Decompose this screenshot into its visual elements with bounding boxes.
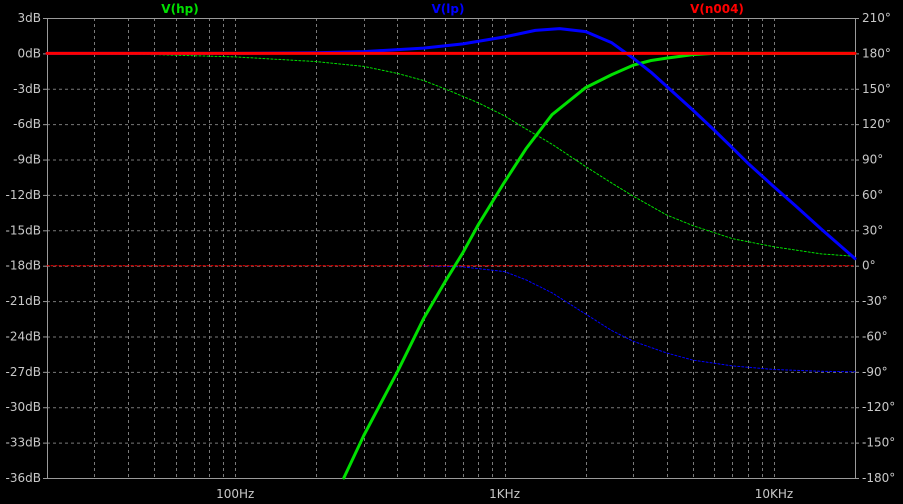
y-tick-label: -36dB (6, 471, 41, 485)
legend-item: V(hp) (161, 2, 198, 16)
y2-tick-label: 90° (862, 153, 883, 167)
series-traces (45, 27, 857, 480)
y2-tick-label: 120° (862, 117, 891, 131)
y2-tick-label: 150° (862, 82, 891, 96)
y2-axis-tick-labels: 210° 180° 150° 120° 90° 60° 30° 0° -30° -60° -90° -… (862, 11, 895, 485)
plot-frame (43, 18, 859, 479)
bode-plot-chart[interactable]: 3dB 0dB -3dB -6dB -9dB -12dB -15dB -18dB -21dB -2… (0, 0, 903, 504)
x-tick-label: 100Hz (216, 487, 254, 501)
y-tick-label: -18dB (6, 259, 41, 273)
y2-tick-label: -90° (862, 365, 888, 379)
y-tick-label: 3dB (18, 11, 41, 25)
x-tick-label: 1KHz (489, 487, 520, 501)
bode-plot-window: 3dB 0dB -3dB -6dB -9dB -12dB -15dB -18dB -21dB -2… (0, 0, 903, 504)
y-tick-label: -33dB (6, 436, 41, 450)
series-vhp-phase (46, 52, 856, 257)
y-tick-label: -15dB (6, 223, 41, 237)
y2-tick-label: -180° (862, 471, 895, 485)
y2-tick-label: 0° (862, 259, 876, 273)
x-tick-label: 10KHz (755, 487, 793, 501)
legend: V(hp) V(lp) V(n004) (161, 2, 744, 16)
x-axis-tick-labels: 100Hz 1KHz 10KHz (216, 487, 793, 501)
y-tick-label: -21dB (6, 294, 41, 308)
y2-tick-label: 30° (862, 223, 883, 237)
y-axis-tick-labels: 3dB 0dB -3dB -6dB -9dB -12dB -15dB -18dB -21dB -2… (6, 11, 41, 485)
y-tick-label: 0dB (18, 46, 41, 60)
y-tick-label: -27dB (6, 365, 41, 379)
series-vlp-phase (423, 265, 856, 373)
y2-tick-label: 60° (862, 188, 883, 202)
y-tick-label: -24dB (6, 329, 41, 343)
y-tick-label: -3dB (13, 82, 41, 96)
y2-tick-label: 180° (862, 46, 891, 60)
plot-border (47, 18, 856, 479)
series-vlp-magnitude (45, 27, 857, 261)
y-tick-label: -12dB (6, 188, 41, 202)
y2-tick-label: -30° (862, 294, 888, 308)
y-tick-label: -6dB (13, 117, 41, 131)
legend-item: V(lp) (432, 2, 465, 16)
grid (47, 18, 855, 479)
y-tick-label: -30dB (6, 400, 41, 414)
y-tick-label: -9dB (13, 153, 41, 167)
legend-item: V(n004) (690, 2, 744, 16)
y2-tick-label: -60° (862, 329, 888, 343)
y2-tick-label: -120° (862, 400, 895, 414)
y2-tick-label: 210° (862, 11, 891, 25)
y2-tick-label: -150° (862, 436, 895, 450)
